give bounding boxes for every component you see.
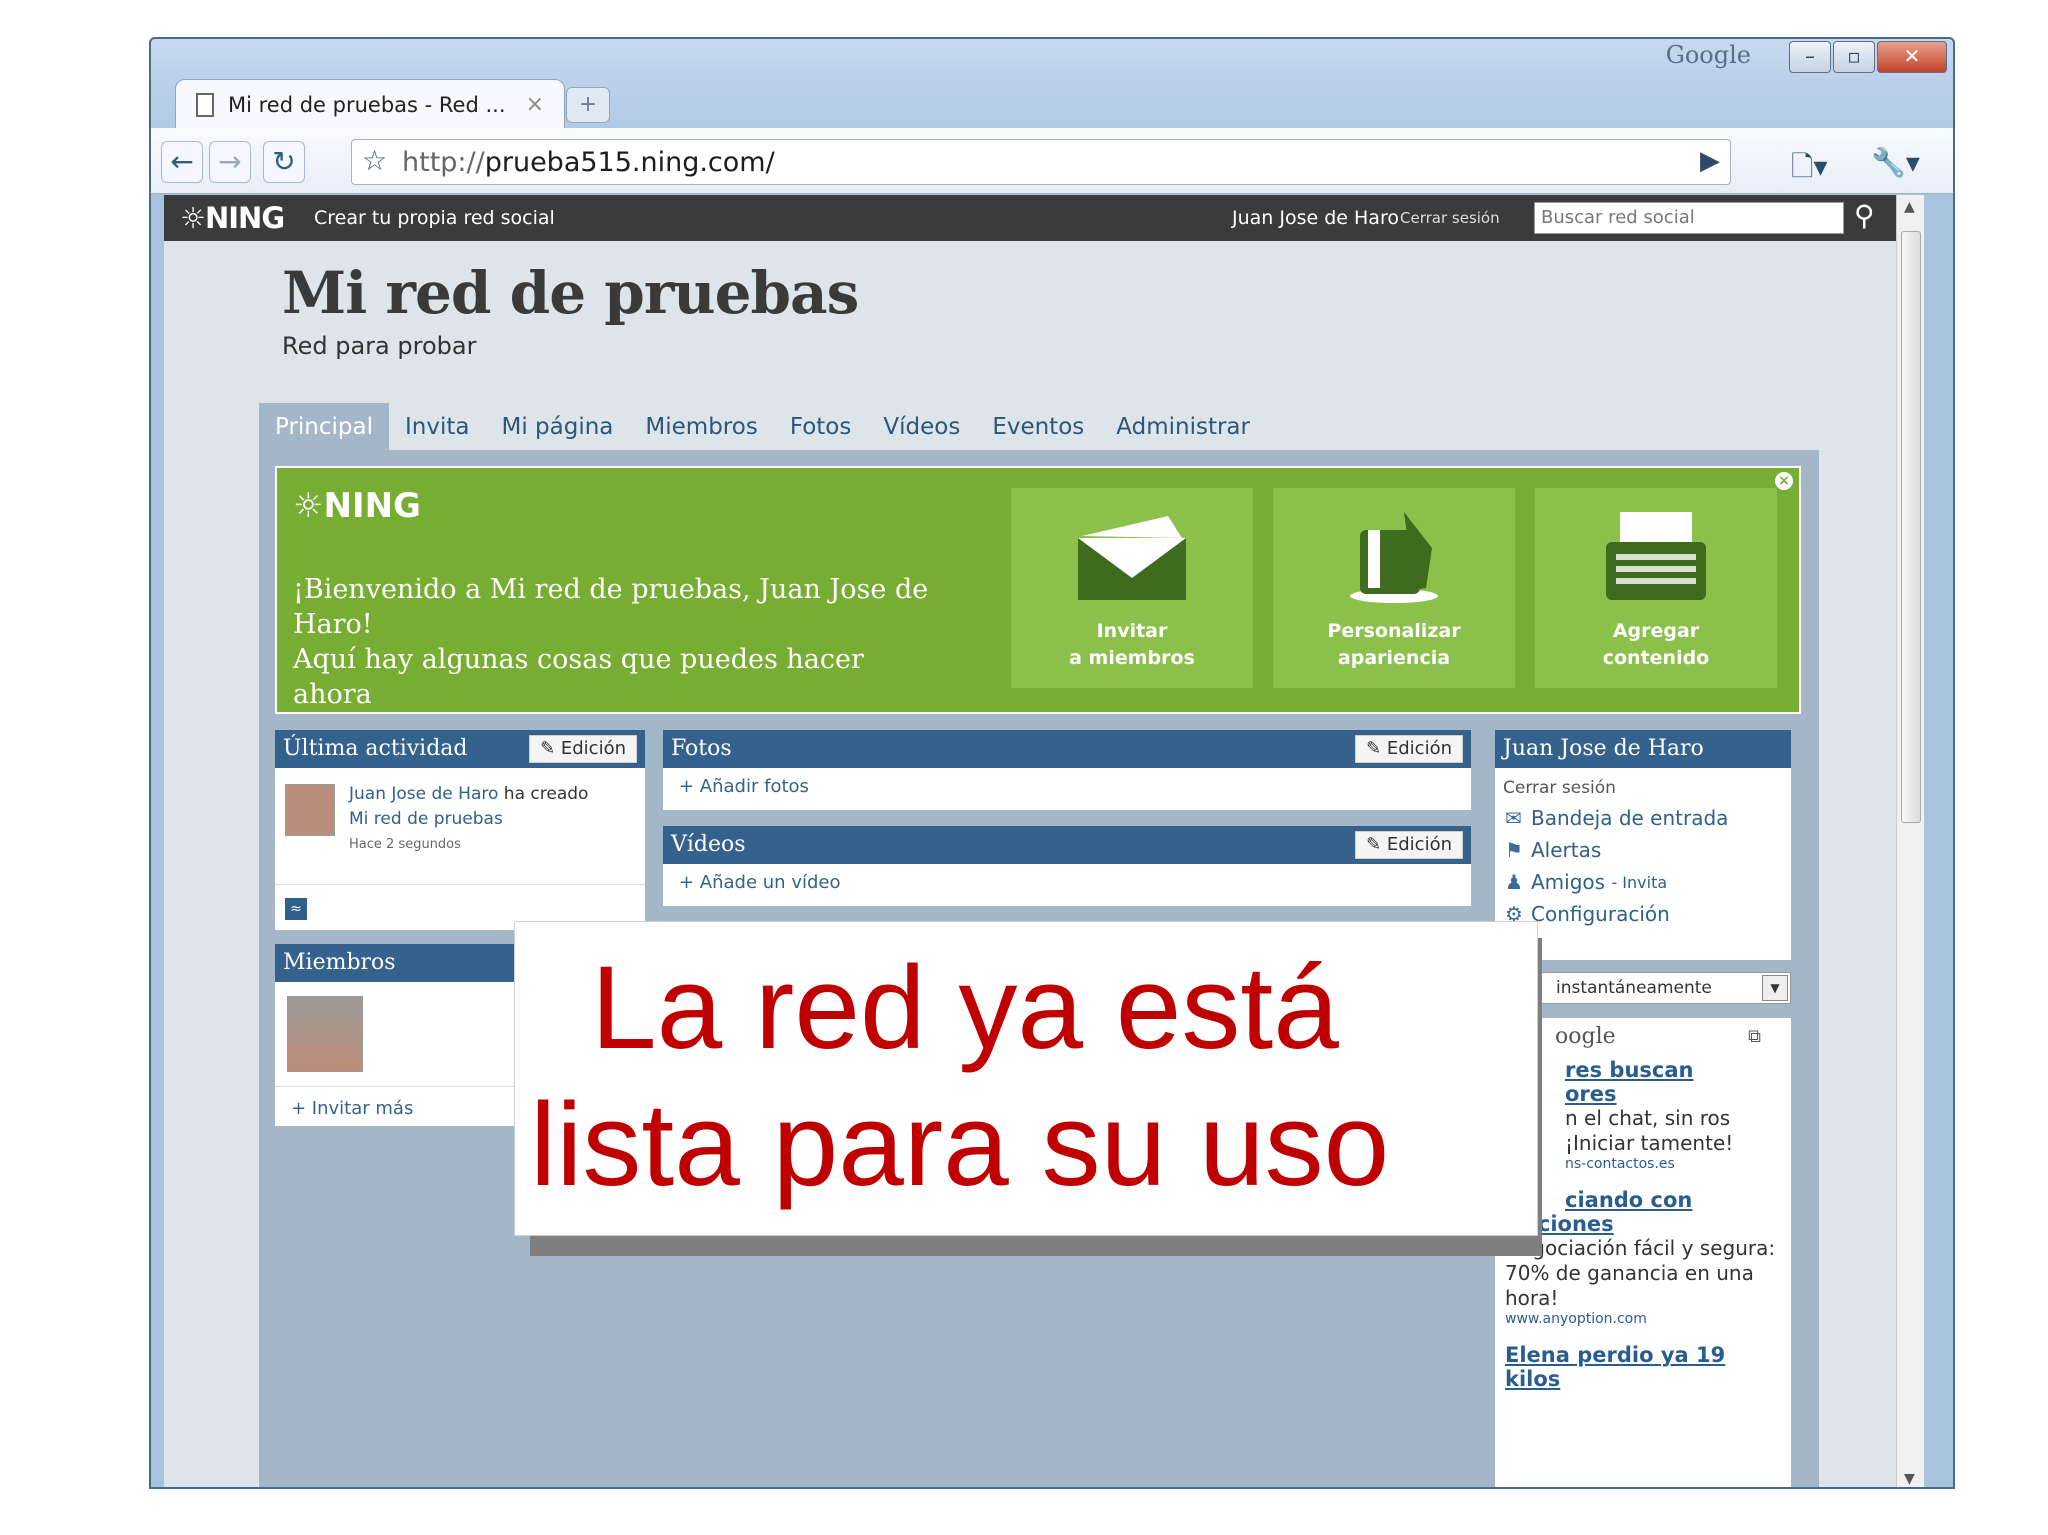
tab-miembros[interactable]: Miembros [629,403,773,451]
tab-principal[interactable]: Principal [259,403,390,451]
browser-window: Google – ▫ ✕ Mi red de pruebas - Red ...… [149,37,1955,1489]
inbox-link[interactable]: ✉ Bandeja de entrada [1495,802,1791,834]
photos-box: Fotos ✎ Edición + Añadir fotos [663,730,1471,810]
activity-time: Hace 2 segundos [349,837,461,852]
tab-invita[interactable]: Invita [389,403,485,451]
videos-edit-button[interactable]: ✎ Edición [1355,831,1463,859]
activity-header: Última actividad ✎ Edición [275,730,645,768]
close-window-icon[interactable]: ✕ [1877,41,1947,73]
tab-eventos[interactable]: Eventos [976,403,1100,451]
alerts-link[interactable]: ⚑ Alertas [1495,834,1791,866]
profile-logout-link[interactable]: Cerrar sesión [1495,768,1791,802]
top-user-name[interactable]: Juan Jose de Haro [1232,207,1399,229]
videos-header: Vídeos ✎ Edición [663,826,1471,864]
add-photos-link[interactable]: + Añadir fotos [663,768,1471,805]
back-icon[interactable]: ← [161,141,203,183]
search-input[interactable]: Buscar red social [1534,202,1844,234]
page-menu-icon[interactable]: 🗋▾ [1791,146,1828,194]
maximize-icon[interactable]: ▫ [1833,41,1875,73]
member-avatar[interactable] [287,996,363,1072]
friends-invite-link[interactable]: - Invita [1611,873,1667,892]
url-text[interactable]: http://prueba515.ning.com/ [402,147,775,178]
tab-administrar[interactable]: Administrar [1100,403,1266,451]
avatar[interactable] [285,784,335,836]
profile-box: Juan Jose de Haro Cerrar sesión ✉ Bandeja… [1495,730,1791,960]
flag-icon: ⚑ [1505,838,1523,862]
welcome-close-icon[interactable]: × [1775,472,1793,490]
welcome-text: ¡Bienvenido a Mi red de pruebas, Juan Jo… [293,574,929,710]
invite-more-link[interactable]: + Invitar más [275,1090,429,1127]
go-icon[interactable]: ▶ [1700,146,1720,176]
reload-icon[interactable]: ↻ [263,141,305,183]
ads-label: oogle ⧉ [1555,1024,1761,1049]
page-viewport: ☼NING Crear tu propia red social Juan Jo… [164,195,1924,1487]
browser-tab[interactable]: Mi red de pruebas - Red ... × [175,79,565,129]
new-tab-button[interactable]: + [566,87,610,123]
top-logout-link[interactable]: Cerrar sesión [1400,209,1500,227]
activity-edit-button[interactable]: ✎ Edición [529,735,637,763]
vertical-scrollbar[interactable]: ▲ ▼ [1896,195,1924,1487]
photos-header: Fotos ✎ Edición [663,730,1471,768]
forward-icon[interactable]: → [209,141,251,183]
search-icon[interactable]: ⚲ [1854,199,1875,232]
add-content-card[interactable]: Agregar contenido [1535,488,1777,688]
envelope-icon [1078,516,1186,600]
window-controls: – ▫ ✕ [1789,41,1947,73]
caption-line-1: La red ya está [591,942,1339,1074]
tab-title: Mi red de pruebas - Red ... [228,92,506,117]
site-subtitle: Red para probar [282,332,477,360]
ad-item[interactable]: Elena perdio ya 19 kilos [1505,1343,1781,1391]
caption-line-2: lista para su uso [530,1079,1390,1211]
ning-logo[interactable]: ☼NING [180,201,285,235]
tab-mi-pagina[interactable]: Mi página [486,403,630,451]
rss-icon[interactable]: ≈ [285,898,307,920]
customize-appearance-card[interactable]: Personalizar apariencia [1273,488,1515,688]
create-network-link[interactable]: Crear tu propia red social [314,207,555,229]
scroll-up-icon[interactable]: ▲ [1904,199,1915,215]
ad-item[interactable]: res buscan ores n el chat, sin ros ¡Inic… [1505,1058,1781,1172]
activity-user-link[interactable]: Juan Jose de Haro [349,784,498,804]
scroll-down-icon[interactable]: ▼ [1904,1471,1915,1487]
photos-edit-button[interactable]: ✎ Edición [1355,735,1463,763]
settings-link[interactable]: ⚙ Configuración [1495,898,1791,930]
mail-icon: ✉ [1505,806,1522,830]
browser-toolbar: ← → ↻ ☆ http://prueba515.ning.com/ ▶ 🗋▾ … [151,128,1953,194]
caption-box: La red ya está lista para su uso [514,921,1538,1236]
activity-box: Última actividad ✎ Edición Juan Jose de … [275,730,645,930]
ning-top-bar: ☼NING Crear tu propia red social Juan Jo… [164,195,1896,241]
tab-fotos[interactable]: Fotos [774,403,868,451]
paint-bucket-icon [1350,512,1438,603]
tab-videos[interactable]: Vídeos [867,403,976,451]
ad-item[interactable]: ciando con Opciones Negociación fácil y … [1505,1188,1781,1327]
invite-members-card[interactable]: Invitar a miembros [1011,488,1253,688]
friends-link[interactable]: ♟ Amigos - Invita [1495,866,1791,898]
scrollbar-thumb[interactable] [1901,231,1921,823]
ad-choices-icon[interactable]: ⧉ [1748,1026,1761,1047]
add-video-link[interactable]: + Añade un vídeo [663,864,1471,901]
wrench-menu-icon[interactable]: 🔧▾ [1871,146,1920,179]
site-title: Mi red de pruebas [282,259,859,327]
activity-entry: Juan Jose de Haro ha creado Mi red de pr… [349,782,588,857]
activity-object-link[interactable]: Mi red de pruebas [349,807,588,832]
typewriter-icon [1606,512,1706,600]
chevron-down-icon[interactable]: ▼ [1762,975,1788,1001]
profile-header: Juan Jose de Haro [1495,730,1791,768]
minimize-icon[interactable]: – [1789,41,1831,73]
bookmark-star-icon[interactable]: ☆ [362,144,387,177]
tab-close-icon[interactable]: × [526,92,544,117]
google-label: Google [1665,41,1751,69]
videos-box: Vídeos ✎ Edición + Añade un vídeo [663,826,1471,906]
page-icon [196,92,214,117]
address-bar[interactable]: ☆ http://prueba515.ning.com/ ▶ [351,139,1731,185]
person-icon: ♟ [1505,870,1523,894]
welcome-ning-logo: ☼NING [293,486,421,526]
main-nav: Principal Invita Mi página Miembros Foto… [259,403,1266,451]
welcome-banner: ☼NING ¡Bienvenido a Mi red de pruebas, J… [275,466,1801,714]
